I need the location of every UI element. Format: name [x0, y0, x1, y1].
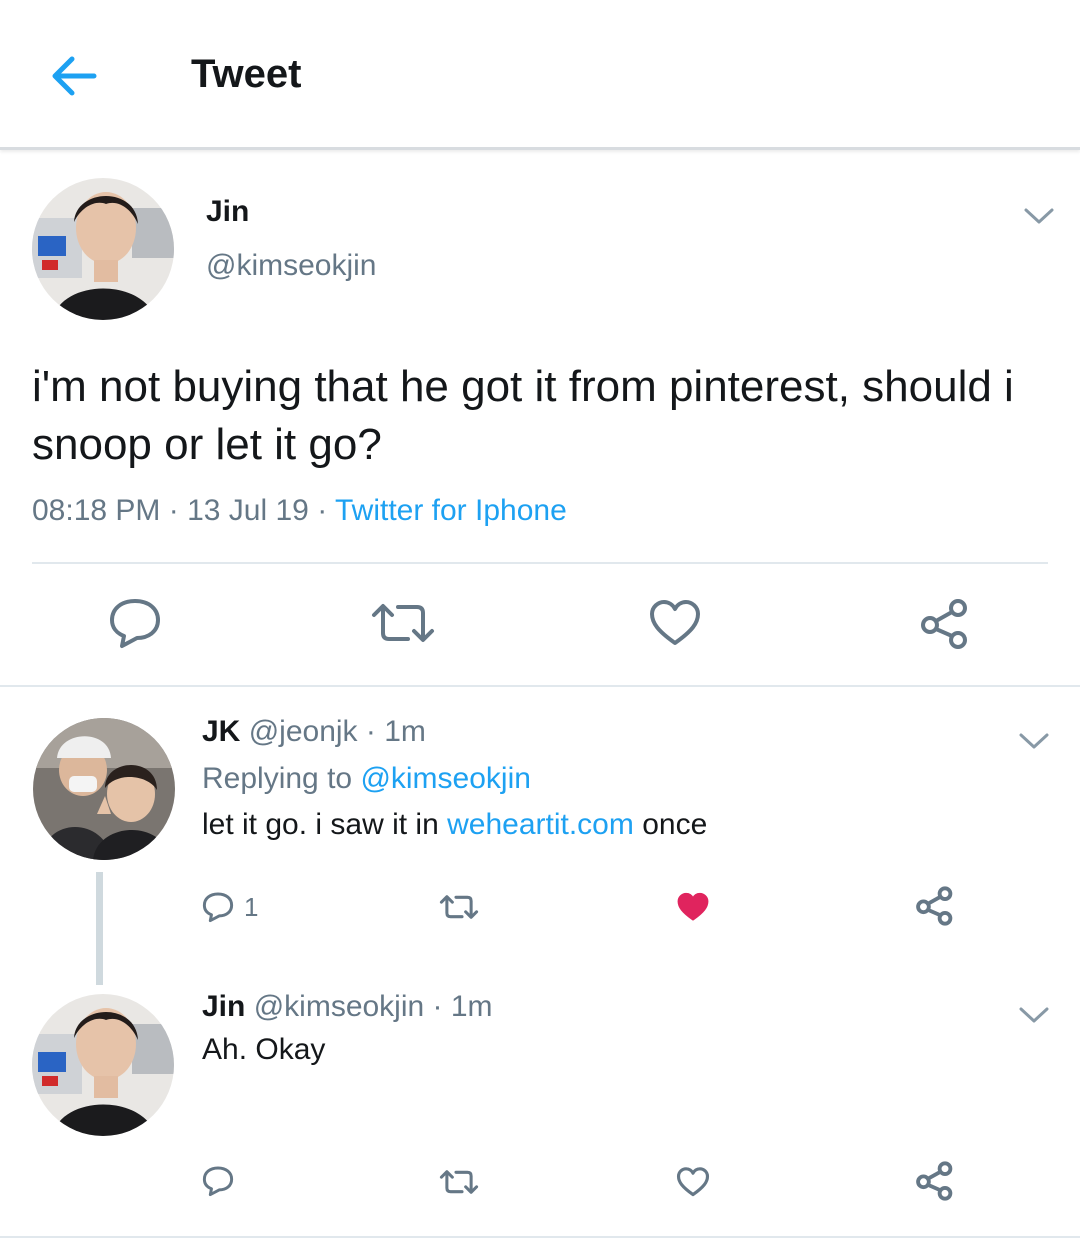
- tweet-options-button[interactable]: [1016, 1003, 1052, 1027]
- retweet-button[interactable]: [370, 601, 436, 645]
- replying-to-label: Replying to: [202, 762, 361, 795]
- share-icon: [916, 1161, 953, 1201]
- reply-icon: [202, 892, 234, 923]
- meta-separator: ·: [160, 494, 188, 527]
- reply-author-name[interactable]: Jin: [202, 990, 245, 1023]
- reply-header: JK @jeonjk · 1m: [202, 715, 426, 749]
- author-handle[interactable]: @kimseokjin: [206, 249, 377, 283]
- reply-header: Jin @kimseokjin · 1m: [202, 990, 493, 1024]
- retweet-icon: [439, 895, 479, 919]
- reply-text: let it go. i saw it in weheartit.com onc…: [202, 808, 707, 842]
- page-title: Tweet: [191, 52, 302, 96]
- avatar[interactable]: [32, 994, 174, 1136]
- replying-to: Replying to @kimseokjin: [202, 762, 531, 796]
- replying-to-handle[interactable]: @kimseokjin: [360, 762, 531, 795]
- time-separator: ·: [357, 715, 385, 748]
- reply-author-handle[interactable]: @jeonjk: [249, 715, 358, 748]
- meta-separator: ·: [308, 494, 335, 527]
- heart-icon: [677, 892, 709, 921]
- retweet-button[interactable]: [439, 1168, 479, 1196]
- retweet-button[interactable]: [439, 893, 479, 921]
- chevron-down-icon: [1019, 1007, 1049, 1023]
- reply-icon: [110, 599, 160, 648]
- reply-button[interactable]: [202, 1165, 234, 1197]
- reply-link[interactable]: weheartit.com: [447, 808, 634, 841]
- heart-icon: [650, 600, 700, 645]
- chevron-down-icon: [1024, 208, 1054, 224]
- divider: [0, 685, 1080, 687]
- thread-connector: [96, 872, 103, 985]
- back-arrow-icon: [52, 56, 97, 96]
- reply-author-name[interactable]: JK: [202, 715, 240, 748]
- reply-text: Ah. Okay: [202, 1033, 326, 1066]
- chevron-down-icon: [1019, 733, 1049, 749]
- share-button[interactable]: [918, 598, 972, 650]
- reply-text-part: once: [633, 808, 708, 841]
- back-button[interactable]: [46, 48, 102, 104]
- divider: [0, 1236, 1080, 1238]
- tweet-options-button[interactable]: [1016, 729, 1052, 753]
- tweet-source-link[interactable]: Twitter for Iphone: [335, 494, 567, 527]
- retweet-icon: [439, 1170, 479, 1194]
- reply-count: 1: [244, 891, 259, 922]
- top-app-bar: Tweet: [0, 0, 1080, 150]
- share-icon: [916, 886, 953, 926]
- reply-icon: [202, 1166, 234, 1197]
- reply-button[interactable]: [108, 597, 162, 649]
- share-button[interactable]: [914, 1161, 956, 1201]
- share-icon: [921, 599, 967, 649]
- reply-author-handle[interactable]: @kimseokjin: [254, 990, 425, 1023]
- like-button[interactable]: [676, 1166, 710, 1198]
- tweet-time: 08:18 PM: [32, 494, 161, 527]
- author-name[interactable]: Jin: [206, 195, 249, 229]
- reply-time: 1m: [450, 990, 493, 1023]
- like-button[interactable]: [648, 598, 702, 648]
- reply-button[interactable]: 1: [202, 891, 258, 923]
- avatar[interactable]: [32, 178, 174, 320]
- tweet-meta: 08:18 PM · 13 Jul 19 · Twitter for Iphon…: [32, 494, 567, 528]
- tweet-date: 13 Jul 19: [187, 494, 309, 527]
- retweet-icon: [372, 604, 434, 642]
- tweet-options-button[interactable]: [1021, 204, 1057, 228]
- heart-icon: [676, 1167, 710, 1197]
- reply-time: 1m: [384, 715, 426, 748]
- time-separator: ·: [424, 990, 451, 1023]
- divider: [32, 562, 1048, 564]
- tweet-text: i'm not buying that he got it from pinte…: [32, 362, 1014, 469]
- reply-text-part: let it go. i saw it in: [202, 808, 448, 841]
- like-button[interactable]: [676, 891, 710, 923]
- avatar[interactable]: [33, 718, 175, 860]
- share-button[interactable]: [914, 886, 956, 926]
